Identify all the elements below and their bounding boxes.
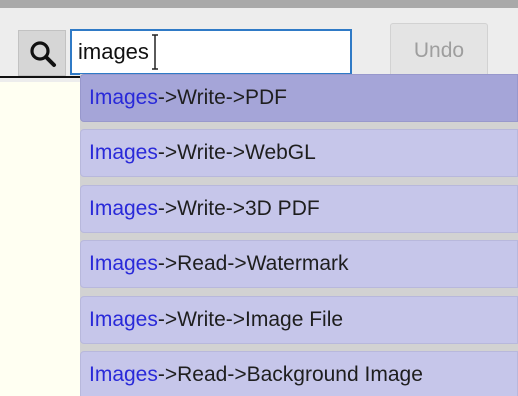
suggestion-rest: ->Write->3D PDF xyxy=(157,197,320,220)
suggestion-rest: ->Write->PDF xyxy=(157,86,288,109)
suggestion-item[interactable]: Images->Read->Watermark xyxy=(80,240,518,288)
suggestion-match: Images xyxy=(89,308,158,331)
undo-button[interactable]: Undo xyxy=(390,23,488,79)
suggestion-rest: ->Read->Watermark xyxy=(157,252,349,275)
suggestion-dropdown: Images->Write->PDF Images->Write->WebGL … xyxy=(80,74,518,396)
suggestion-match: Images xyxy=(89,86,158,109)
left-panel xyxy=(0,82,81,396)
suggestion-item[interactable]: Images->Write->Image File xyxy=(80,296,518,344)
top-border xyxy=(0,0,518,8)
panel-divider xyxy=(0,76,80,78)
suggestion-item[interactable]: Images->Write->PDF xyxy=(80,74,518,122)
search-input[interactable] xyxy=(70,29,352,75)
suggestion-item[interactable]: Images->Read->Background Image xyxy=(80,351,518,396)
suggestion-match: Images xyxy=(89,141,158,164)
suggestion-rest: ->Read->Background Image xyxy=(157,363,423,386)
search-toolbar: Undo xyxy=(0,8,518,79)
suggestion-item[interactable]: Images->Write->3D PDF xyxy=(80,185,518,233)
text-cursor-icon xyxy=(152,34,158,70)
suggestion-rest: ->Write->Image File xyxy=(157,308,344,331)
suggestion-match: Images xyxy=(89,363,158,386)
search-button[interactable] xyxy=(18,30,66,76)
suggestion-match: Images xyxy=(89,197,158,220)
suggestion-match: Images xyxy=(89,252,158,275)
suggestion-item[interactable]: Images->Write->WebGL xyxy=(80,129,518,177)
magnifier-icon xyxy=(30,41,56,67)
suggestion-rest: ->Write->WebGL xyxy=(157,141,316,164)
